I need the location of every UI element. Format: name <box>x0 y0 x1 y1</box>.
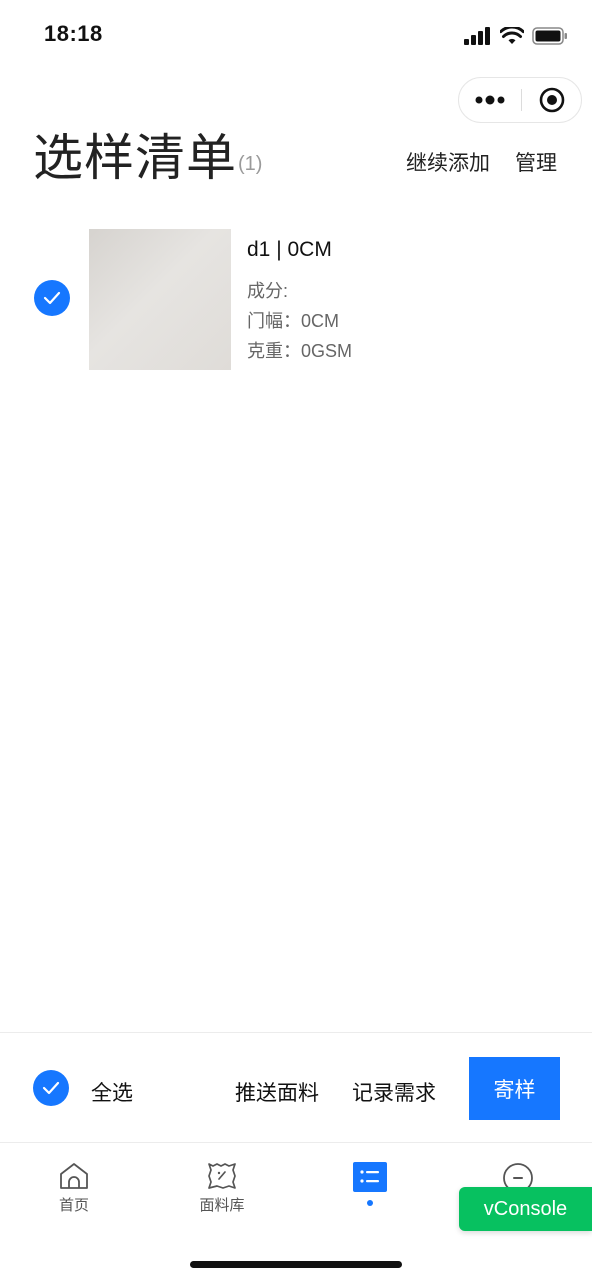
select-all-checkbox[interactable] <box>33 1070 69 1106</box>
item-thumbnail[interactable] <box>89 229 231 370</box>
tab-home-label: 首页 <box>58 1197 89 1214</box>
wifi-icon <box>500 27 524 44</box>
select-all-label[interactable]: 全选 <box>91 1077 133 1107</box>
send-sample-button[interactable]: 寄样 <box>469 1057 560 1120</box>
more-button[interactable] <box>459 78 521 122</box>
status-icons <box>464 24 568 48</box>
close-miniprogram-button[interactable] <box>522 78 582 122</box>
home-icon <box>60 1163 88 1189</box>
item-composition: 成分: <box>247 281 289 301</box>
list-icon <box>353 1162 387 1192</box>
manage-button[interactable]: 管理 <box>515 147 557 177</box>
status-time: 18:18 <box>44 21 103 46</box>
target-circle-icon <box>539 87 565 113</box>
item-count: (1) <box>238 153 263 175</box>
action-bar: 全选 推送面料 记录需求 寄样 <box>0 1032 592 1143</box>
item-checkbox[interactable] <box>34 280 70 316</box>
checkmark-icon <box>43 291 61 305</box>
tab-profile[interactable] <box>468 1162 568 1190</box>
tab-fabric-library-label: 面料库 <box>199 1197 245 1214</box>
tab-home[interactable]: 首页 <box>24 1162 124 1215</box>
more-dots-icon <box>475 95 505 105</box>
item-name: d1 | 0CM <box>247 238 332 261</box>
item-weight: 克重：0GSM <box>247 341 353 361</box>
continue-add-button[interactable]: 继续添加 <box>406 147 490 177</box>
tab-sample-list[interactable] <box>320 1162 420 1206</box>
page-title: 选样清单 <box>33 130 237 186</box>
checkmark-icon <box>42 1081 60 1095</box>
status-bar: 18:18 <box>0 0 592 70</box>
battery-icon <box>532 27 567 45</box>
cellular-signal-icon <box>464 27 490 45</box>
tab-fabric-library[interactable]: 面料库 <box>172 1162 272 1215</box>
push-fabric-button[interactable]: 推送面料 <box>235 1077 319 1107</box>
vconsole-button[interactable]: vConsole <box>459 1187 592 1231</box>
user-icon <box>503 1163 533 1190</box>
fabric-swatch-icon <box>208 1163 236 1189</box>
item-width: 门幅：0CM <box>247 311 340 331</box>
record-demand-button[interactable]: 记录需求 <box>352 1077 436 1107</box>
home-indicator <box>190 1261 402 1268</box>
capsule-menu <box>458 77 582 123</box>
active-tab-indicator <box>367 1200 373 1206</box>
